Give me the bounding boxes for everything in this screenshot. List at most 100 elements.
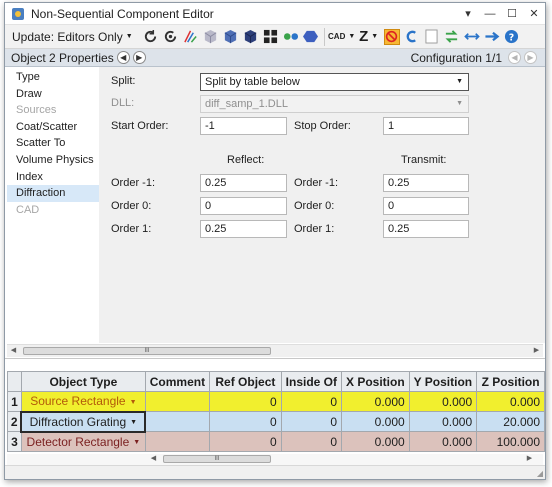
column-header-x-position[interactable]: X Position xyxy=(341,371,410,392)
refresh-all-icon[interactable] xyxy=(163,29,179,45)
double-arrow-icon[interactable] xyxy=(463,29,480,45)
property-title: Object 2 Properties xyxy=(11,50,114,65)
cube-dark-icon[interactable] xyxy=(243,29,259,45)
scroll-left-icon[interactable]: ◀ xyxy=(147,453,160,465)
sidebar-item-draw[interactable]: Draw xyxy=(7,86,99,103)
grid-horizontal-scrollbar[interactable]: ◀ III ▶ xyxy=(7,454,543,465)
x-position-cell[interactable]: 0.000 xyxy=(341,411,410,432)
start-order-input[interactable]: -1 xyxy=(200,117,287,135)
cube-blue-icon[interactable] xyxy=(223,29,239,45)
cad-label: CAD xyxy=(328,32,346,41)
spheres-icon[interactable] xyxy=(283,29,299,45)
toolbar-separator xyxy=(323,27,325,46)
page-icon[interactable] xyxy=(424,29,440,45)
split-value: Split by table below xyxy=(205,76,300,88)
chevron-down-icon[interactable]: ▼ xyxy=(130,399,137,406)
cad-icon[interactable]: CAD ▼ xyxy=(328,29,355,45)
row-number[interactable]: 2 xyxy=(7,411,22,432)
reflect-order-minus1-input[interactable]: 0.25 xyxy=(200,174,287,192)
y-position-cell[interactable]: 0.000 xyxy=(408,391,478,412)
sidebar-item-scatter-to[interactable]: Scatter To xyxy=(7,135,99,152)
scroll-left-icon[interactable]: ◀ xyxy=(7,345,20,357)
reflect-order-0-input[interactable]: 0 xyxy=(200,197,287,215)
diffraction-settings: Split: Split by table below ▼ DLL: diff_… xyxy=(99,67,545,343)
next-object-button[interactable]: ▶ xyxy=(132,51,146,64)
sidebar-item-type[interactable]: Type xyxy=(7,69,99,86)
scroll-right-icon[interactable]: ▶ xyxy=(523,453,536,465)
z-position-cell[interactable]: 100.000 xyxy=(476,431,545,452)
column-header-object-type[interactable]: Object Type xyxy=(20,371,146,392)
object-type-cell[interactable]: Diffraction Grating ▼ xyxy=(20,410,147,433)
column-header-inside-of[interactable]: Inside Of xyxy=(280,371,343,392)
table-row[interactable]: 3 Detector Rectangle ▼ 0 0 0.000 0.000 10… xyxy=(7,431,545,452)
undo-icon[interactable] xyxy=(404,29,420,45)
z-position-cell[interactable]: 0.000 xyxy=(476,391,545,412)
maximize-button[interactable]: ☐ xyxy=(501,7,523,20)
transmit-order-minus1-input[interactable]: 0.25 xyxy=(383,174,469,192)
scrollbar-thumb[interactable]: III xyxy=(163,455,271,463)
object-type-cell[interactable]: Detector Rectangle ▼ xyxy=(20,431,146,452)
x-position-cell[interactable]: 0.000 xyxy=(341,431,410,452)
ref-object-cell[interactable]: 0 xyxy=(209,411,282,432)
resize-grip-icon[interactable]: ◢ xyxy=(537,469,543,478)
z-position-cell[interactable]: 20.000 xyxy=(476,411,545,432)
ray-trace-icon[interactable] xyxy=(183,29,199,45)
property-sections-list: Type Draw Sources Coat/Scatter Scatter T… xyxy=(7,69,99,343)
next-config-button[interactable]: ▶ xyxy=(524,51,537,64)
inside-of-cell[interactable]: 0 xyxy=(280,411,343,432)
title-bar[interactable]: Non-Sequential Component Editor ▾ — ☐ ✕ xyxy=(5,3,545,25)
column-header-z-position[interactable]: Z Position xyxy=(476,371,545,392)
sidebar-item-diffraction[interactable]: Diffraction xyxy=(7,185,99,202)
row-number[interactable]: 3 xyxy=(7,431,22,452)
ref-object-cell[interactable]: 0 xyxy=(209,391,282,412)
chevron-down-icon[interactable]: ▼ xyxy=(133,439,140,446)
window-menu-button[interactable]: ▾ xyxy=(457,7,479,20)
reflect-header: Reflect: xyxy=(227,154,265,166)
arrow-right-icon[interactable] xyxy=(484,29,500,45)
app-icon xyxy=(12,7,24,20)
sidebar-item-index[interactable]: Index xyxy=(7,169,99,186)
comment-cell[interactable] xyxy=(144,431,211,452)
row-number[interactable]: 1 xyxy=(7,391,22,412)
transmit-order-0-input[interactable]: 0 xyxy=(383,197,469,215)
reflect-order-1-input[interactable]: 0.25 xyxy=(200,220,287,238)
inside-of-cell[interactable]: 0 xyxy=(280,391,343,412)
column-header-comment[interactable]: Comment xyxy=(144,371,211,392)
column-header-y-position[interactable]: Y Position xyxy=(408,371,478,392)
table-row[interactable]: 1 Source Rectangle ▼ 0 0 0.000 0.000 0.00… xyxy=(7,391,545,412)
close-button[interactable]: ✕ xyxy=(523,7,545,20)
previous-config-button[interactable]: ◀ xyxy=(508,51,521,64)
transmit-order-1-input[interactable]: 0.25 xyxy=(383,220,469,238)
split-dropdown[interactable]: Split by table below ▼ xyxy=(200,73,469,91)
y-position-cell[interactable]: 0.000 xyxy=(408,411,478,432)
no-entry-icon[interactable] xyxy=(383,28,400,45)
z-icon[interactable]: Z ▼ xyxy=(358,28,380,45)
toolbar: Update: Editors Only ▼ CAD ▼ Z ▼ ? xyxy=(5,25,545,49)
ref-object-cell[interactable]: 0 xyxy=(209,431,282,452)
refresh-icon[interactable] xyxy=(143,29,159,45)
cube-gray-icon[interactable] xyxy=(203,29,219,45)
chevron-down-icon[interactable]: ▼ xyxy=(130,419,137,426)
minimize-button[interactable]: — xyxy=(479,8,501,20)
sidebar-item-volume-physics[interactable]: Volume Physics xyxy=(7,152,99,169)
scrollbar-thumb[interactable]: III xyxy=(23,347,271,355)
previous-object-button[interactable]: ◀ xyxy=(116,51,130,64)
help-icon[interactable]: ? xyxy=(504,29,520,45)
inside-of-cell[interactable]: 0 xyxy=(280,431,343,452)
comment-cell[interactable] xyxy=(144,391,211,412)
transmit-order-0-label: Order 0: xyxy=(294,200,335,212)
column-header-ref-object[interactable]: Ref Object xyxy=(209,371,282,392)
hexagon-icon[interactable] xyxy=(303,29,319,45)
object-type-cell[interactable]: Source Rectangle ▼ xyxy=(20,391,146,412)
sidebar-item-coat-scatter[interactable]: Coat/Scatter xyxy=(7,119,99,136)
table-row[interactable]: 2 Diffraction Grating ▼ 0 0 0.000 0.000 2… xyxy=(7,410,545,433)
scroll-right-icon[interactable]: ▶ xyxy=(530,345,543,357)
grid-icon[interactable] xyxy=(263,29,279,45)
x-position-cell[interactable]: 0.000 xyxy=(341,391,410,412)
stop-order-input[interactable]: 1 xyxy=(383,117,469,135)
y-position-cell[interactable]: 0.000 xyxy=(408,431,478,452)
properties-horizontal-scrollbar[interactable]: ◀ III ▶ xyxy=(7,344,543,357)
comment-cell[interactable] xyxy=(144,411,211,432)
swap-arrows-icon[interactable] xyxy=(444,29,460,45)
update-mode-dropdown[interactable]: Update: Editors Only ▼ xyxy=(8,30,137,44)
